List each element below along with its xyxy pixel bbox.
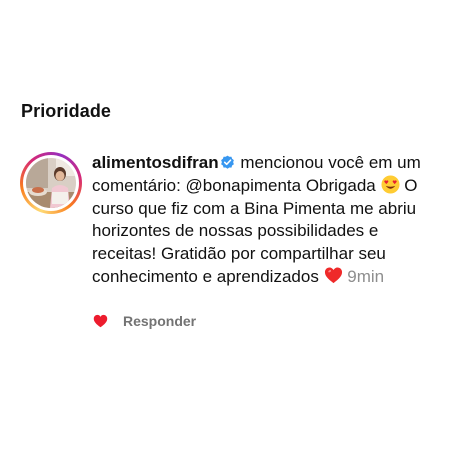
username-link[interactable]: alimentosdifran [92, 153, 219, 172]
comment-text-1: Obrigada [301, 175, 381, 195]
heart-eyes-emoji-icon [380, 175, 400, 194]
avatar-story-ring[interactable] [20, 152, 82, 214]
notification-text: alimentosdifran mencionou você em um com… [92, 152, 432, 289]
reply-button[interactable]: Responder [123, 313, 196, 329]
verified-badge-icon [220, 155, 234, 169]
comment-actions: Responder [93, 313, 196, 329]
heart-icon[interactable] [93, 314, 108, 328]
avatar-photo-icon [26, 158, 76, 208]
red-heart-emoji-icon [324, 267, 342, 284]
section-title: Prioridade [21, 101, 112, 121]
mention-link[interactable]: @bonapimenta [186, 176, 302, 195]
timestamp: 9min [347, 266, 385, 286]
avatar[interactable] [26, 158, 76, 208]
